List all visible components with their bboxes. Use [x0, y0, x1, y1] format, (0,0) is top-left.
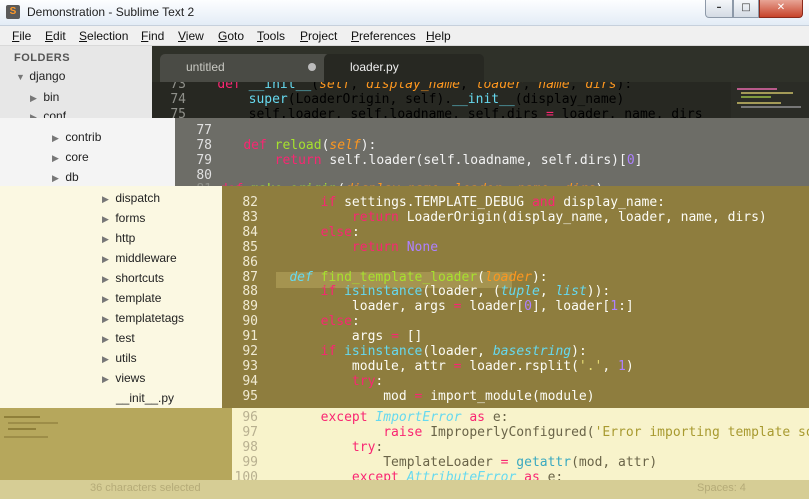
collapsed-arrow-icon: ▶ [102, 294, 109, 304]
tab-untitled[interactable]: untitled [160, 54, 330, 82]
collapsed-arrow-icon: ▶ [30, 93, 37, 103]
code-lines-cream: 96 except ImportError as e: 97 raise Imp… [234, 410, 809, 485]
menu-tools[interactable]: Tools [257, 29, 285, 43]
sublime-logo-icon: S [6, 5, 20, 19]
folder-middleware[interactable]: ▶ middleware [102, 251, 177, 265]
collapsed-arrow-icon: ▶ [102, 314, 109, 324]
title-bar: S Demonstration - Sublime Text 2 – □ ✕ [0, 0, 809, 26]
tab-loader-py[interactable]: loader.py [324, 54, 484, 82]
folder-django[interactable]: ▼ django [16, 69, 65, 83]
code-lines-grey: 77 78 def reload(self): 79 return self.l… [196, 123, 643, 183]
collapsed-arrow-icon: ▶ [52, 153, 59, 163]
folder-shortcuts[interactable]: ▶ shortcuts [102, 271, 164, 285]
folder-utils[interactable]: ▶ utils [102, 351, 137, 365]
status-indentation[interactable]: Spaces: 4 [697, 482, 746, 494]
code-lines-olive: 82 if settings.TEMPLATE_DEBUG and displa… [242, 195, 767, 404]
close-button[interactable]: ✕ [759, 0, 803, 18]
collapsed-arrow-icon: ▶ [52, 173, 59, 183]
sidebar-overlay-olive: ▶ dispatch ▶ forms ▶ http ▶ middleware ▶… [0, 186, 222, 412]
folder-views[interactable]: ▶ views [102, 371, 145, 385]
collapsed-arrow-icon: ▶ [102, 194, 109, 204]
folder-http[interactable]: ▶ http [102, 231, 135, 245]
sublime-window: S Demonstration - Sublime Text 2 – □ ✕ F… [0, 0, 809, 499]
collapsed-arrow-icon: ▶ [102, 234, 109, 244]
folder-forms[interactable]: ▶ forms [102, 211, 145, 225]
folder-test[interactable]: ▶ test [102, 331, 135, 345]
folder-core[interactable]: ▶ core [52, 150, 89, 164]
collapsed-arrow-icon: ▶ [102, 214, 109, 224]
minimize-button[interactable]: – [705, 0, 733, 18]
sidebar-header: FOLDERS [14, 52, 71, 64]
collapsed-arrow-icon: ▶ [102, 334, 109, 344]
status-bar: 36 characters selected Spaces: 4 [0, 480, 809, 499]
overlay-panel-cream: 96 except ImportError as e: 97 raise Imp… [0, 408, 809, 499]
menu-project[interactable]: Project [300, 29, 337, 43]
status-selection: 36 characters selected [90, 482, 201, 494]
collapsed-arrow-icon: ▶ [102, 274, 109, 284]
collapsed-arrow-icon: ▶ [52, 133, 59, 143]
modified-dot-icon [308, 63, 316, 71]
sidebar-overlay-grey: ▶ contrib ▶ core ▶ db [0, 118, 175, 190]
folder-db[interactable]: ▶ db [52, 170, 79, 184]
expanded-arrow-icon: ▼ [16, 72, 25, 82]
menu-bar: File Edit Selection Find View Goto Tools… [0, 26, 809, 46]
menu-goto[interactable]: Goto [218, 29, 244, 43]
maximize-button[interactable]: □ [733, 0, 759, 18]
overlay-panel-grey: ▶ contrib ▶ core ▶ db 77 78 def reload(s… [0, 118, 809, 190]
folder-template[interactable]: ▶ template [102, 291, 161, 305]
menu-selection[interactable]: Selection [79, 29, 128, 43]
menu-find[interactable]: Find [141, 29, 164, 43]
folder-templatetags[interactable]: ▶ templatetags [102, 311, 184, 325]
overlay-panel-olive: ▶ dispatch ▶ forms ▶ http ▶ middleware ▶… [0, 186, 809, 412]
collapsed-arrow-icon: ▶ [102, 374, 109, 384]
menu-help[interactable]: Help [426, 29, 451, 43]
folder-contrib[interactable]: ▶ contrib [52, 130, 101, 144]
menu-preferences[interactable]: Preferences [351, 29, 416, 43]
menu-edit[interactable]: Edit [45, 29, 66, 43]
menu-view[interactable]: View [178, 29, 204, 43]
menu-file[interactable]: File [12, 29, 31, 43]
tab-bar: untitled loader.py [152, 46, 809, 82]
folder-bin[interactable]: ▶ bin [30, 90, 59, 104]
collapsed-arrow-icon: ▶ [102, 254, 109, 264]
file-init-py[interactable]: __init__.py [116, 391, 174, 405]
collapsed-arrow-icon: ▶ [102, 354, 109, 364]
window-title: Demonstration - Sublime Text 2 [27, 5, 195, 19]
folder-dispatch[interactable]: ▶ dispatch [102, 191, 160, 205]
code-overlay-cream: 96 except ImportError as e: 97 raise Imp… [232, 408, 809, 488]
